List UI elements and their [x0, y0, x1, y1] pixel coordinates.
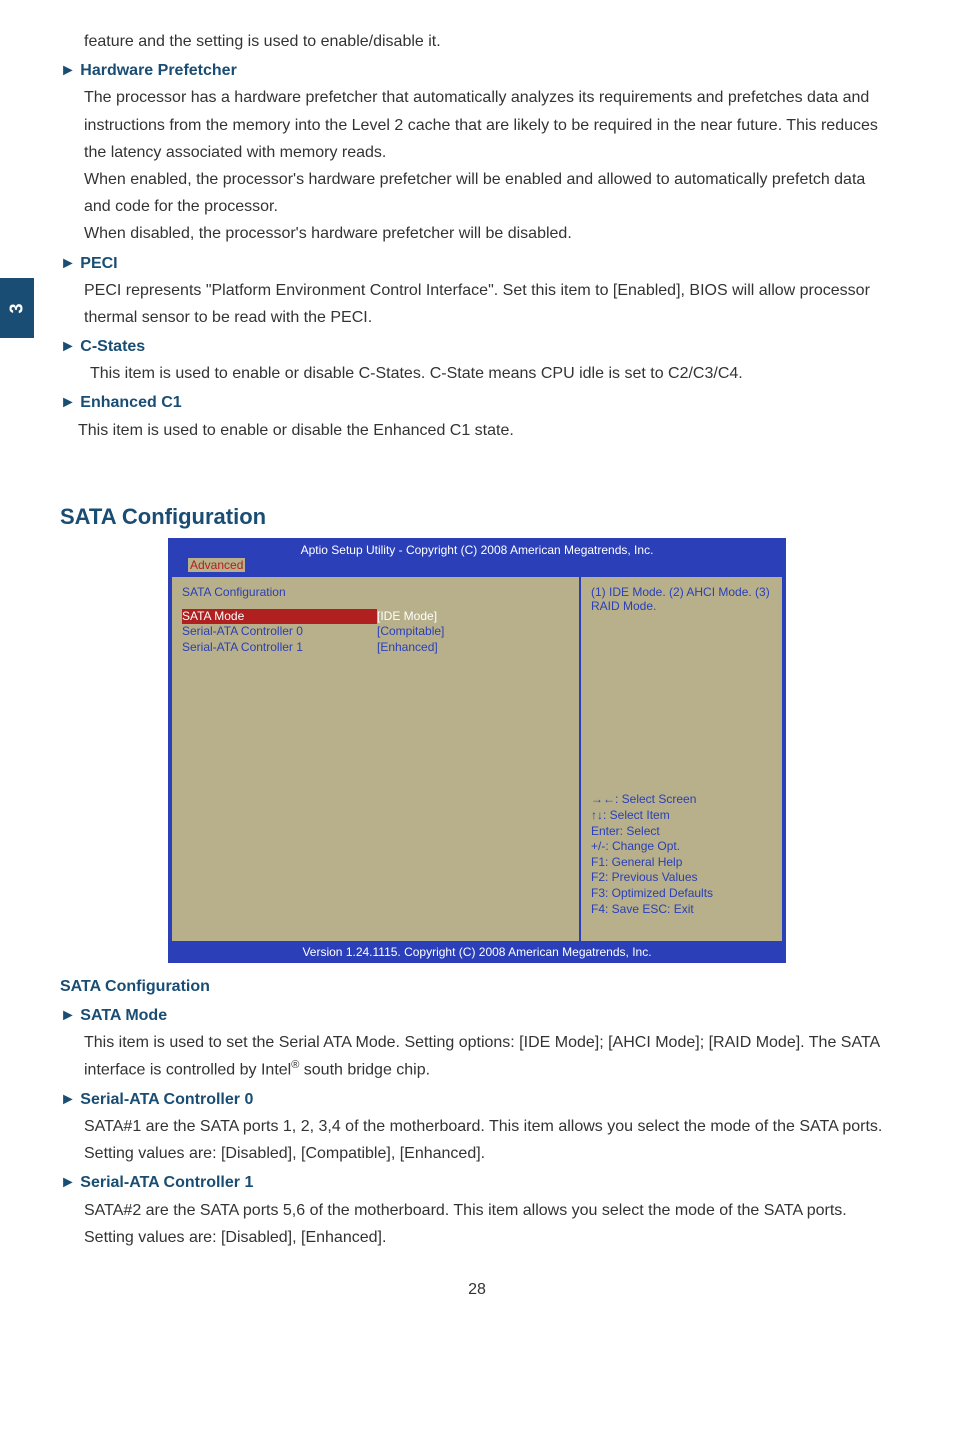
bios-value-ctrl0: [Compitable]	[377, 624, 444, 640]
help-select-item: ↑↓: Select Item	[591, 808, 772, 824]
help-f4: F4: Save ESC: Exit	[591, 902, 772, 918]
ctrl1-p: SATA#2 are the SATA ports 5,6 of the mot…	[84, 1197, 894, 1251]
bios-key-help: →←: Select Screen ↑↓: Select Item Enter:…	[591, 792, 772, 932]
bios-footer: Version 1.24.1115. Copyright (C) 2008 Am…	[170, 943, 784, 961]
intro-line: feature and the setting is used to enabl…	[84, 28, 894, 55]
bios-right-panel: (1) IDE Mode. (2) AHCI Mode. (3) RAID Mo…	[579, 575, 784, 943]
heading-peci: ► PECI	[60, 250, 894, 277]
heading-serial-ata-ctrl0: ► Serial-ATA Controller 0	[60, 1086, 894, 1113]
bios-label-ctrl0: Serial-ATA Controller 0	[182, 624, 377, 640]
page-number: 28	[60, 1281, 894, 1299]
help-f2: F2: Previous Values	[591, 870, 772, 886]
section-sata-config: SATA Configuration	[60, 504, 894, 530]
bios-screenshot: Aptio Setup Utility - Copyright (C) 2008…	[168, 538, 786, 963]
help-enter: Enter: Select	[591, 824, 772, 840]
help-change-opt: +/-: Change Opt.	[591, 839, 772, 855]
bios-row-ctrl1[interactable]: Serial-ATA Controller 1 [Enhanced]	[182, 640, 569, 656]
enhc1-p1: This item is used to enable or disable t…	[78, 417, 894, 444]
heading-hardware-prefetcher: ► Hardware Prefetcher	[60, 57, 894, 84]
help-select-screen: →←: Select Screen	[591, 792, 772, 808]
bios-row-sata-mode[interactable]: SATA Mode [IDE Mode]	[182, 609, 569, 625]
bios-window: Aptio Setup Utility - Copyright (C) 2008…	[168, 538, 786, 963]
help-f1: F1: General Help	[591, 855, 772, 871]
ctrl0-p: SATA#1 are the SATA ports 1, 2, 3,4 of t…	[84, 1113, 894, 1167]
sata-mode-text-a: This item is used to set the Serial ATA …	[84, 1034, 879, 1079]
bios-label-ctrl1: Serial-ATA Controller 1	[182, 640, 377, 656]
hw-prefetch-p2: When enabled, the processor's hardware p…	[84, 166, 894, 220]
heading-cstates: ► C-States	[60, 333, 894, 360]
chapter-side-tab: 3	[0, 278, 34, 338]
bios-left-title: SATA Configuration	[182, 585, 569, 599]
subhead-sata-config: SATA Configuration	[60, 973, 894, 1000]
sata-mode-text-b: south bridge chip.	[299, 1062, 430, 1079]
help-f3: F3: Optimized Defaults	[591, 886, 772, 902]
cstates-p1: This item is used to enable or disable C…	[90, 360, 894, 387]
bios-label-sata-mode: SATA Mode	[182, 609, 377, 625]
bios-value-sata-mode: [IDE Mode]	[377, 609, 437, 625]
bios-tab-advanced[interactable]: Advanced	[188, 558, 245, 572]
bios-help-description: (1) IDE Mode. (2) AHCI Mode. (3) RAID Mo…	[591, 585, 772, 613]
heading-serial-ata-ctrl1: ► Serial-ATA Controller 1	[60, 1169, 894, 1196]
bios-title: Aptio Setup Utility - Copyright (C) 2008…	[170, 540, 784, 558]
bios-body: SATA Configuration SATA Mode [IDE Mode] …	[170, 575, 784, 943]
bios-value-ctrl1: [Enhanced]	[377, 640, 438, 656]
page-content: feature and the setting is used to enabl…	[0, 0, 954, 1299]
bios-row-ctrl0[interactable]: Serial-ATA Controller 0 [Compitable]	[182, 624, 569, 640]
heading-sata-mode: ► SATA Mode	[60, 1002, 894, 1029]
heading-enhanced-c1: ► Enhanced C1	[60, 389, 894, 416]
sata-mode-p: This item is used to set the Serial ATA …	[84, 1029, 894, 1084]
hw-prefetch-p1: The processor has a hardware prefetcher …	[84, 84, 894, 166]
bios-left-panel: SATA Configuration SATA Mode [IDE Mode] …	[170, 575, 579, 943]
hw-prefetch-p3: When disabled, the processor's hardware …	[84, 220, 894, 247]
chapter-number: 3	[6, 303, 27, 313]
bios-tabs: Advanced	[170, 558, 784, 575]
peci-p1: PECI represents "Platform Environment Co…	[84, 277, 894, 331]
